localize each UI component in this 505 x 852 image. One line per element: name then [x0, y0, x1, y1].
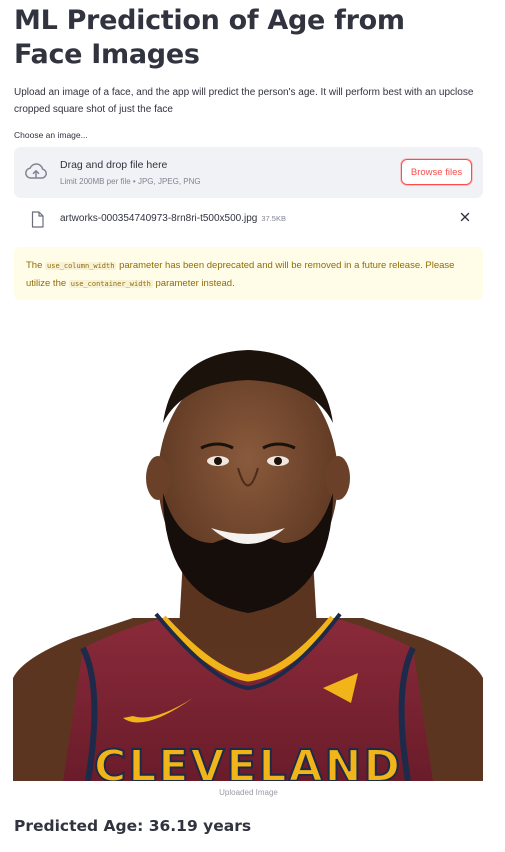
portrait-illustration: CLEVELAND	[13, 350, 483, 781]
file-name-text: artworks-000354740973-8rn8ri-t500x500.jp…	[60, 213, 258, 224]
page-description: Upload an image of a face, and the app w…	[14, 87, 474, 115]
file-icon	[31, 211, 44, 228]
uploaded-file-row: artworks-000354740973-8rn8ri-t500x500.jp…	[14, 210, 483, 232]
uploader-label: Choose an image...	[14, 130, 88, 140]
file-dropzone[interactable]: Drag and drop file here Limit 200MB per …	[14, 147, 483, 198]
jersey-lettering: CLEVELAND	[94, 741, 402, 781]
dropzone-instructions: Drag and drop file here	[60, 159, 168, 171]
image-caption: Uploaded Image	[219, 788, 278, 797]
remove-file-close-icon[interactable]	[459, 212, 471, 224]
warning-text-3: parameter instead.	[152, 278, 235, 289]
deprecation-warning: The use_column_width parameter has been …	[14, 247, 483, 300]
file-size: 37.5KB	[261, 214, 286, 223]
cloud-upload-icon	[24, 162, 48, 182]
uploaded-image: CLEVELAND	[13, 328, 483, 781]
browse-files-button[interactable]: Browse files	[401, 159, 472, 185]
predicted-age-result: Predicted Age: 36.19 years	[14, 817, 252, 835]
warning-code-2: use_container_width	[68, 280, 153, 288]
uploaded-file-name: artworks-000354740973-8rn8ri-t500x500.jp…	[60, 213, 286, 224]
dropzone-limit: Limit 200MB per file • JPG, JPEG, PNG	[60, 177, 201, 186]
warning-text-1: The	[26, 260, 46, 271]
page-title: ML Prediction of Age from Face Images	[14, 5, 405, 70]
warning-code-1: use_column_width	[45, 262, 117, 270]
